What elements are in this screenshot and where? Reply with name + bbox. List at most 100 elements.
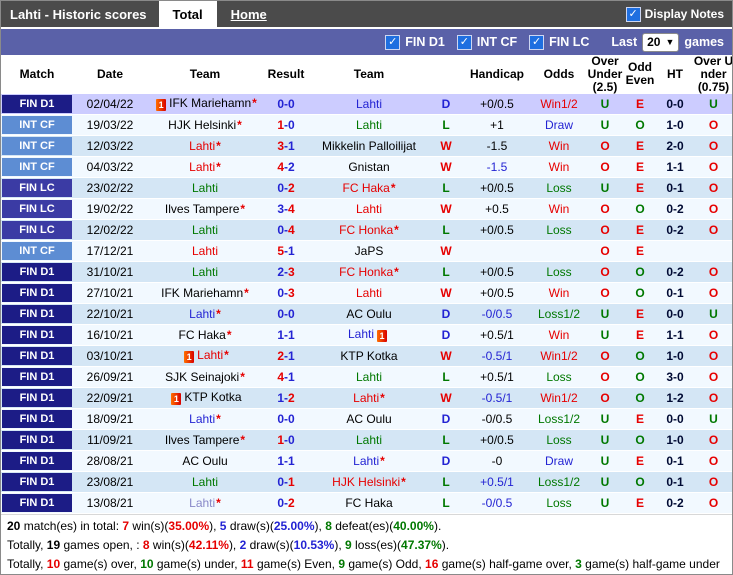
- home-marker-asterisk: *: [240, 432, 246, 447]
- team-link[interactable]: AC Oulu: [346, 307, 391, 321]
- tab-home[interactable]: Home: [217, 1, 281, 27]
- over-under-25-cell: U: [587, 492, 623, 513]
- home-score: 1: [277, 453, 284, 468]
- odd-even-mark: E: [635, 138, 644, 153]
- last-games-select[interactable]: 20 ▼: [642, 32, 680, 52]
- team-link[interactable]: Lahti: [192, 223, 218, 237]
- over-under-25-cell: U: [587, 114, 623, 135]
- result-letter: L: [442, 222, 450, 237]
- chevron-down-icon: ▼: [665, 37, 675, 47]
- team-link[interactable]: Ilves Tampere: [165, 202, 239, 216]
- team-link[interactable]: FC Honka: [339, 265, 393, 279]
- team-link[interactable]: Lahti: [192, 265, 218, 279]
- team-link[interactable]: AC Oulu: [182, 454, 227, 468]
- away-score: 1: [288, 327, 295, 342]
- fin-lc-checkbox[interactable]: ✓: [529, 34, 545, 50]
- home-score: 1: [277, 390, 284, 405]
- team-link[interactable]: Lahti: [189, 160, 215, 174]
- tab-total[interactable]: Total: [158, 1, 217, 27]
- team-link[interactable]: Lahti: [192, 244, 218, 258]
- odd-even-cell: O: [623, 429, 657, 450]
- team-link[interactable]: FC Haka: [342, 181, 389, 195]
- date-label: 13/08/21: [86, 495, 134, 510]
- ht-score: 0-1: [666, 285, 684, 300]
- over-under-25-mark: O: [600, 222, 610, 237]
- ht-score-cell: 0-2: [657, 492, 693, 513]
- team-link[interactable]: Lahti: [348, 327, 374, 341]
- team-link[interactable]: HJK Helsinki: [332, 475, 400, 489]
- home-team-cell: 1 Lahti*: [147, 345, 263, 366]
- team-link[interactable]: Lahti: [192, 475, 218, 489]
- handicap-value: -0.5/1: [481, 390, 513, 405]
- odd-even-cell: E: [623, 135, 657, 156]
- team-link[interactable]: Lahti: [356, 97, 382, 111]
- odds-cell: Loss1/2: [531, 471, 587, 492]
- home-score: 0: [277, 222, 284, 237]
- team-link[interactable]: Lahti: [189, 412, 215, 426]
- team-link[interactable]: SJK Seinajoki: [165, 370, 239, 384]
- team-link[interactable]: Lahti: [356, 433, 382, 447]
- ht-score-cell: 2-0: [657, 135, 693, 156]
- away-team-cell: Lahti: [309, 94, 429, 115]
- ht-score-cell: 0-1: [657, 282, 693, 303]
- team-link[interactable]: IFK Mariehamn: [161, 286, 243, 300]
- date-label: 12/03/22: [86, 138, 134, 153]
- display-notes-checkbox[interactable]: ✓: [625, 6, 641, 22]
- away-team-cell: Lahti 1: [309, 324, 429, 345]
- over-under-25-mark: U: [600, 495, 610, 510]
- int-cf-checkbox[interactable]: ✓: [456, 34, 472, 50]
- team-link[interactable]: Lahti: [189, 139, 215, 153]
- team-link[interactable]: Lahti: [192, 181, 218, 195]
- team-link[interactable]: KTP Kotka: [340, 349, 397, 363]
- home-score: 0: [277, 285, 284, 300]
- result-letter-cell: L: [429, 366, 463, 387]
- score-cell: 0-0: [263, 94, 309, 115]
- team-link[interactable]: Lahti: [356, 286, 382, 300]
- team-link[interactable]: AC Oulu: [346, 412, 391, 426]
- team-link[interactable]: Ilves Tampere: [165, 433, 239, 447]
- team-link[interactable]: Lahti: [353, 391, 379, 405]
- match-date: 19/02/22: [73, 198, 147, 219]
- summary-line-open: Totally, 19 games open, : 8 win(s)(42.11…: [7, 536, 726, 555]
- team-link[interactable]: Lahti: [189, 307, 215, 321]
- odd-even-mark: E: [635, 306, 644, 321]
- away-team-cell: FC Haka*: [309, 177, 429, 198]
- over-under-075-cell: O: [693, 492, 732, 513]
- team-link[interactable]: Lahti: [356, 370, 382, 384]
- over-under-075-mark: U: [709, 96, 718, 111]
- handicap-cell: -0: [463, 450, 531, 471]
- team-link[interactable]: FC Haka: [345, 496, 392, 510]
- ht-score: 0-1: [666, 474, 684, 489]
- team-link[interactable]: Gnistan: [348, 160, 389, 174]
- team-link[interactable]: Lahti: [189, 496, 215, 510]
- ht-score-cell: 0-1: [657, 177, 693, 198]
- summary-segment: ).: [433, 518, 442, 533]
- away-team-cell: AC Oulu: [309, 303, 429, 324]
- team-link[interactable]: FC Honka: [339, 223, 393, 237]
- handicap-cell: -0/0.5: [463, 408, 531, 429]
- team-link[interactable]: FC Haka: [178, 328, 225, 342]
- ht-score: 0-1: [666, 453, 684, 468]
- header-away-team: Team: [309, 55, 429, 94]
- team-link[interactable]: Lahti: [356, 202, 382, 216]
- team-link[interactable]: JaPS: [355, 244, 384, 258]
- team-link[interactable]: IFK Mariehamn: [169, 96, 251, 110]
- summary-segment: 47.37%: [401, 537, 442, 552]
- ht-score-cell: 3-0: [657, 366, 693, 387]
- team-link[interactable]: KTP Kotka: [184, 390, 241, 404]
- result-letter: L: [442, 117, 450, 132]
- league-badge: FIN D1: [1, 429, 73, 450]
- over-under-25-cell: O: [587, 261, 623, 282]
- display-notes-toggle[interactable]: ✓ Display Notes: [625, 1, 732, 27]
- fin-d1-checkbox[interactable]: ✓: [385, 34, 401, 50]
- odd-even-mark: O: [635, 432, 645, 447]
- team-link[interactable]: Lahti: [197, 348, 223, 362]
- date-label: 18/09/21: [86, 411, 134, 426]
- team-link[interactable]: HJK Helsinki: [168, 118, 236, 132]
- team-link[interactable]: Lahti: [356, 118, 382, 132]
- home-marker-asterisk: *: [394, 264, 399, 279]
- team-link[interactable]: Lahti: [353, 454, 379, 468]
- over-under-075-mark: O: [708, 117, 719, 132]
- team-link[interactable]: Mikkelin Palloilijat: [322, 139, 416, 153]
- league-badge: INT CF: [1, 156, 73, 177]
